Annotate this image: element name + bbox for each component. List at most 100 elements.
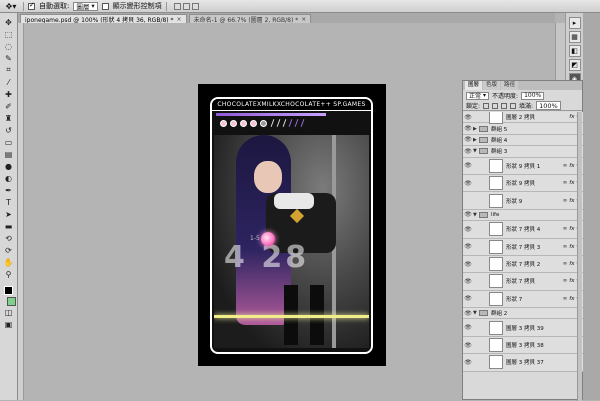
fx-icon[interactable]: fx xyxy=(569,296,574,302)
layer-row[interactable]: 👁形狀 9 拷貝∞fx▾ xyxy=(463,174,583,193)
eraser-tool-icon[interactable]: ▭ xyxy=(2,136,16,148)
visibility-eye-icon[interactable]: 👁 xyxy=(463,180,473,187)
separator xyxy=(165,1,167,11)
zoom-tool-icon[interactable]: ⚲ xyxy=(2,268,16,280)
lock-transparent-icon[interactable] xyxy=(483,102,490,109)
lock-pixels-icon[interactable] xyxy=(492,102,499,109)
visibility-eye-icon[interactable]: 👁 xyxy=(463,211,473,218)
type-tool-icon[interactable]: T xyxy=(2,196,16,208)
visibility-eye-icon[interactable]: 👁 xyxy=(463,342,473,349)
lasso-tool-icon[interactable]: ◌ xyxy=(2,40,16,52)
visibility-eye-icon[interactable]: 👁 xyxy=(463,310,473,317)
fx-icon[interactable]: fx xyxy=(569,226,574,232)
document-canvas[interactable]: CHOCOLATEXMILKXCHOCOLATE++ SP.GAMES 1-5 xyxy=(198,84,386,366)
visibility-eye-icon[interactable]: 👁 xyxy=(463,278,473,285)
tab-paths[interactable]: 路徑 xyxy=(501,81,519,90)
pen-tool-icon[interactable]: ✒ xyxy=(2,184,16,196)
visibility-eye-icon[interactable]: 👁 xyxy=(463,136,473,143)
foreground-color-swatch[interactable] xyxy=(4,286,13,295)
hand-tool-icon[interactable]: ✋ xyxy=(2,256,16,268)
tab-channels[interactable]: 色版 xyxy=(483,81,501,90)
stamp-tool-icon[interactable]: ♜ xyxy=(2,112,16,124)
layer-row[interactable]: 👁 圖層 3 拷貝 39 xyxy=(463,319,583,337)
fill-field[interactable]: 100% xyxy=(536,101,561,110)
styles-icon[interactable]: ◩ xyxy=(568,59,581,71)
fx-icon[interactable]: fx xyxy=(569,261,574,267)
fx-icon[interactable]: fx xyxy=(569,198,574,204)
dodge-tool-icon[interactable]: ◐ xyxy=(2,172,16,184)
layer-row[interactable]: 👁形狀 7 拷貝 2∞fx▾ xyxy=(463,255,583,274)
fx-icon[interactable]: fx xyxy=(569,180,574,186)
auto-select-dropdown[interactable]: 圖層 ▾ xyxy=(73,1,98,11)
tab-document-1[interactable]: iponegame.psd @ 100% (形狀 4 拷貝 36, RGB/8)… xyxy=(20,14,187,24)
visibility-eye-icon[interactable]: 👁 xyxy=(463,148,473,155)
layers-scrollbar[interactable] xyxy=(577,112,582,401)
screen-mode-icon[interactable]: ▣ xyxy=(2,318,16,330)
move-tool-icon[interactable]: ✥ xyxy=(2,16,16,28)
auto-select-checkbox[interactable] xyxy=(28,1,35,10)
quick-select-tool-icon[interactable]: ✎ xyxy=(2,52,16,64)
layer-row[interactable]: 👁 ▶ 群組 4 xyxy=(463,134,583,147)
layer-name: 群組 4 xyxy=(491,137,508,144)
close-icon[interactable]: × xyxy=(301,16,306,23)
3d-orbit-icon[interactable]: ⟳ xyxy=(2,244,16,256)
align-bottom-icon[interactable] xyxy=(191,2,199,10)
marquee-tool-icon[interactable]: ⬚ xyxy=(2,28,16,40)
blend-mode-select[interactable]: 正常 ▾ xyxy=(466,91,490,100)
healing-brush-icon[interactable]: ✚ xyxy=(2,88,16,100)
visibility-eye-icon[interactable]: 👁 xyxy=(463,359,473,366)
visibility-eye-icon[interactable]: 👁 xyxy=(463,162,473,169)
path-select-icon[interactable]: ➤ xyxy=(2,208,16,220)
adjustments-icon[interactable]: ◧ xyxy=(568,45,581,57)
pink-orb xyxy=(261,232,275,246)
swatches-icon[interactable]: ▦ xyxy=(568,31,581,43)
align-middle-icon[interactable] xyxy=(182,2,190,10)
close-icon[interactable]: × xyxy=(177,16,182,23)
layer-row[interactable]: 👁 ▼ 群組 2 xyxy=(463,308,583,320)
far-right-panel xyxy=(583,13,600,400)
crop-tool-icon[interactable]: ⌗ xyxy=(2,64,16,76)
glow-line xyxy=(214,315,369,318)
layer-row[interactable]: 👁 ▼ life xyxy=(463,209,583,222)
move-tool-icon[interactable]: ✥▾ xyxy=(3,2,19,11)
visibility-eye-icon[interactable]: 👁 xyxy=(463,324,473,331)
fx-icon[interactable]: fx xyxy=(569,114,574,120)
visibility-eye-icon[interactable]: 👁 xyxy=(463,226,473,233)
eyedropper-tool-icon[interactable]: ⁄ xyxy=(2,76,16,88)
layer-row[interactable]: 👁 圖層 3 拷貝 37 xyxy=(463,354,583,372)
layer-row[interactable]: 形狀 9∞fx▾ xyxy=(463,192,583,210)
visibility-eye-icon[interactable]: 👁 xyxy=(463,114,473,121)
show-transform-checkbox[interactable] xyxy=(101,2,109,10)
shape-tool-icon[interactable]: ▬ xyxy=(2,220,16,232)
visibility-eye-icon[interactable]: 👁 xyxy=(463,243,473,250)
history-brush-icon[interactable]: ↺ xyxy=(2,124,16,136)
visibility-eye-icon[interactable]: 👁 xyxy=(463,125,473,132)
tab-layers[interactable]: 圖層 xyxy=(465,81,483,90)
opacity-field[interactable]: 100% xyxy=(521,91,545,100)
fx-icon[interactable]: fx xyxy=(569,278,574,284)
layer-row[interactable]: 👁形狀 9 拷貝 1∞fx▾ xyxy=(463,157,583,175)
background-color-swatch[interactable] xyxy=(7,297,16,306)
gradient-tool-icon[interactable]: ▤ xyxy=(2,148,16,160)
tab-document-2[interactable]: 未命名-1 @ 66.7% (圖層 2, RGB/8) * × xyxy=(188,14,312,24)
panel-toggle-icon[interactable]: ▸ xyxy=(568,17,581,29)
layer-row[interactable]: 👁圖層 2 拷貝fx▾ xyxy=(463,112,583,125)
fx-icon[interactable]: fx xyxy=(569,244,574,250)
layer-row[interactable]: 👁形狀 7 拷貝 4∞fx▾ xyxy=(463,221,583,239)
3d-rotate-icon[interactable]: ⟲ xyxy=(2,232,16,244)
visibility-eye-icon[interactable]: 👁 xyxy=(463,261,473,268)
lock-position-icon[interactable] xyxy=(501,102,508,109)
visibility-eye-icon[interactable]: 👁 xyxy=(463,295,473,302)
layer-row[interactable]: 👁 ▼ 群組 3 xyxy=(463,146,583,158)
layer-row[interactable]: 👁形狀 7 拷貝 3∞fx▾ xyxy=(463,238,583,256)
blur-tool-icon[interactable]: ● xyxy=(2,160,16,172)
layer-row[interactable]: 👁 圖層 3 拷貝 38 xyxy=(463,336,583,355)
quick-mask-icon[interactable]: ◫ xyxy=(2,306,16,318)
align-top-icon[interactable] xyxy=(173,2,181,10)
layer-row[interactable]: 👁形狀 7∞fx▾ xyxy=(463,290,583,309)
fx-icon[interactable]: fx xyxy=(569,163,574,169)
lock-all-icon[interactable] xyxy=(510,102,517,109)
brush-tool-icon[interactable]: ✐ xyxy=(2,100,16,112)
layer-row[interactable]: 👁 ▶ 群組 5 xyxy=(463,123,583,135)
layer-row[interactable]: 👁形狀 7 拷貝∞fx▾ xyxy=(463,273,583,291)
